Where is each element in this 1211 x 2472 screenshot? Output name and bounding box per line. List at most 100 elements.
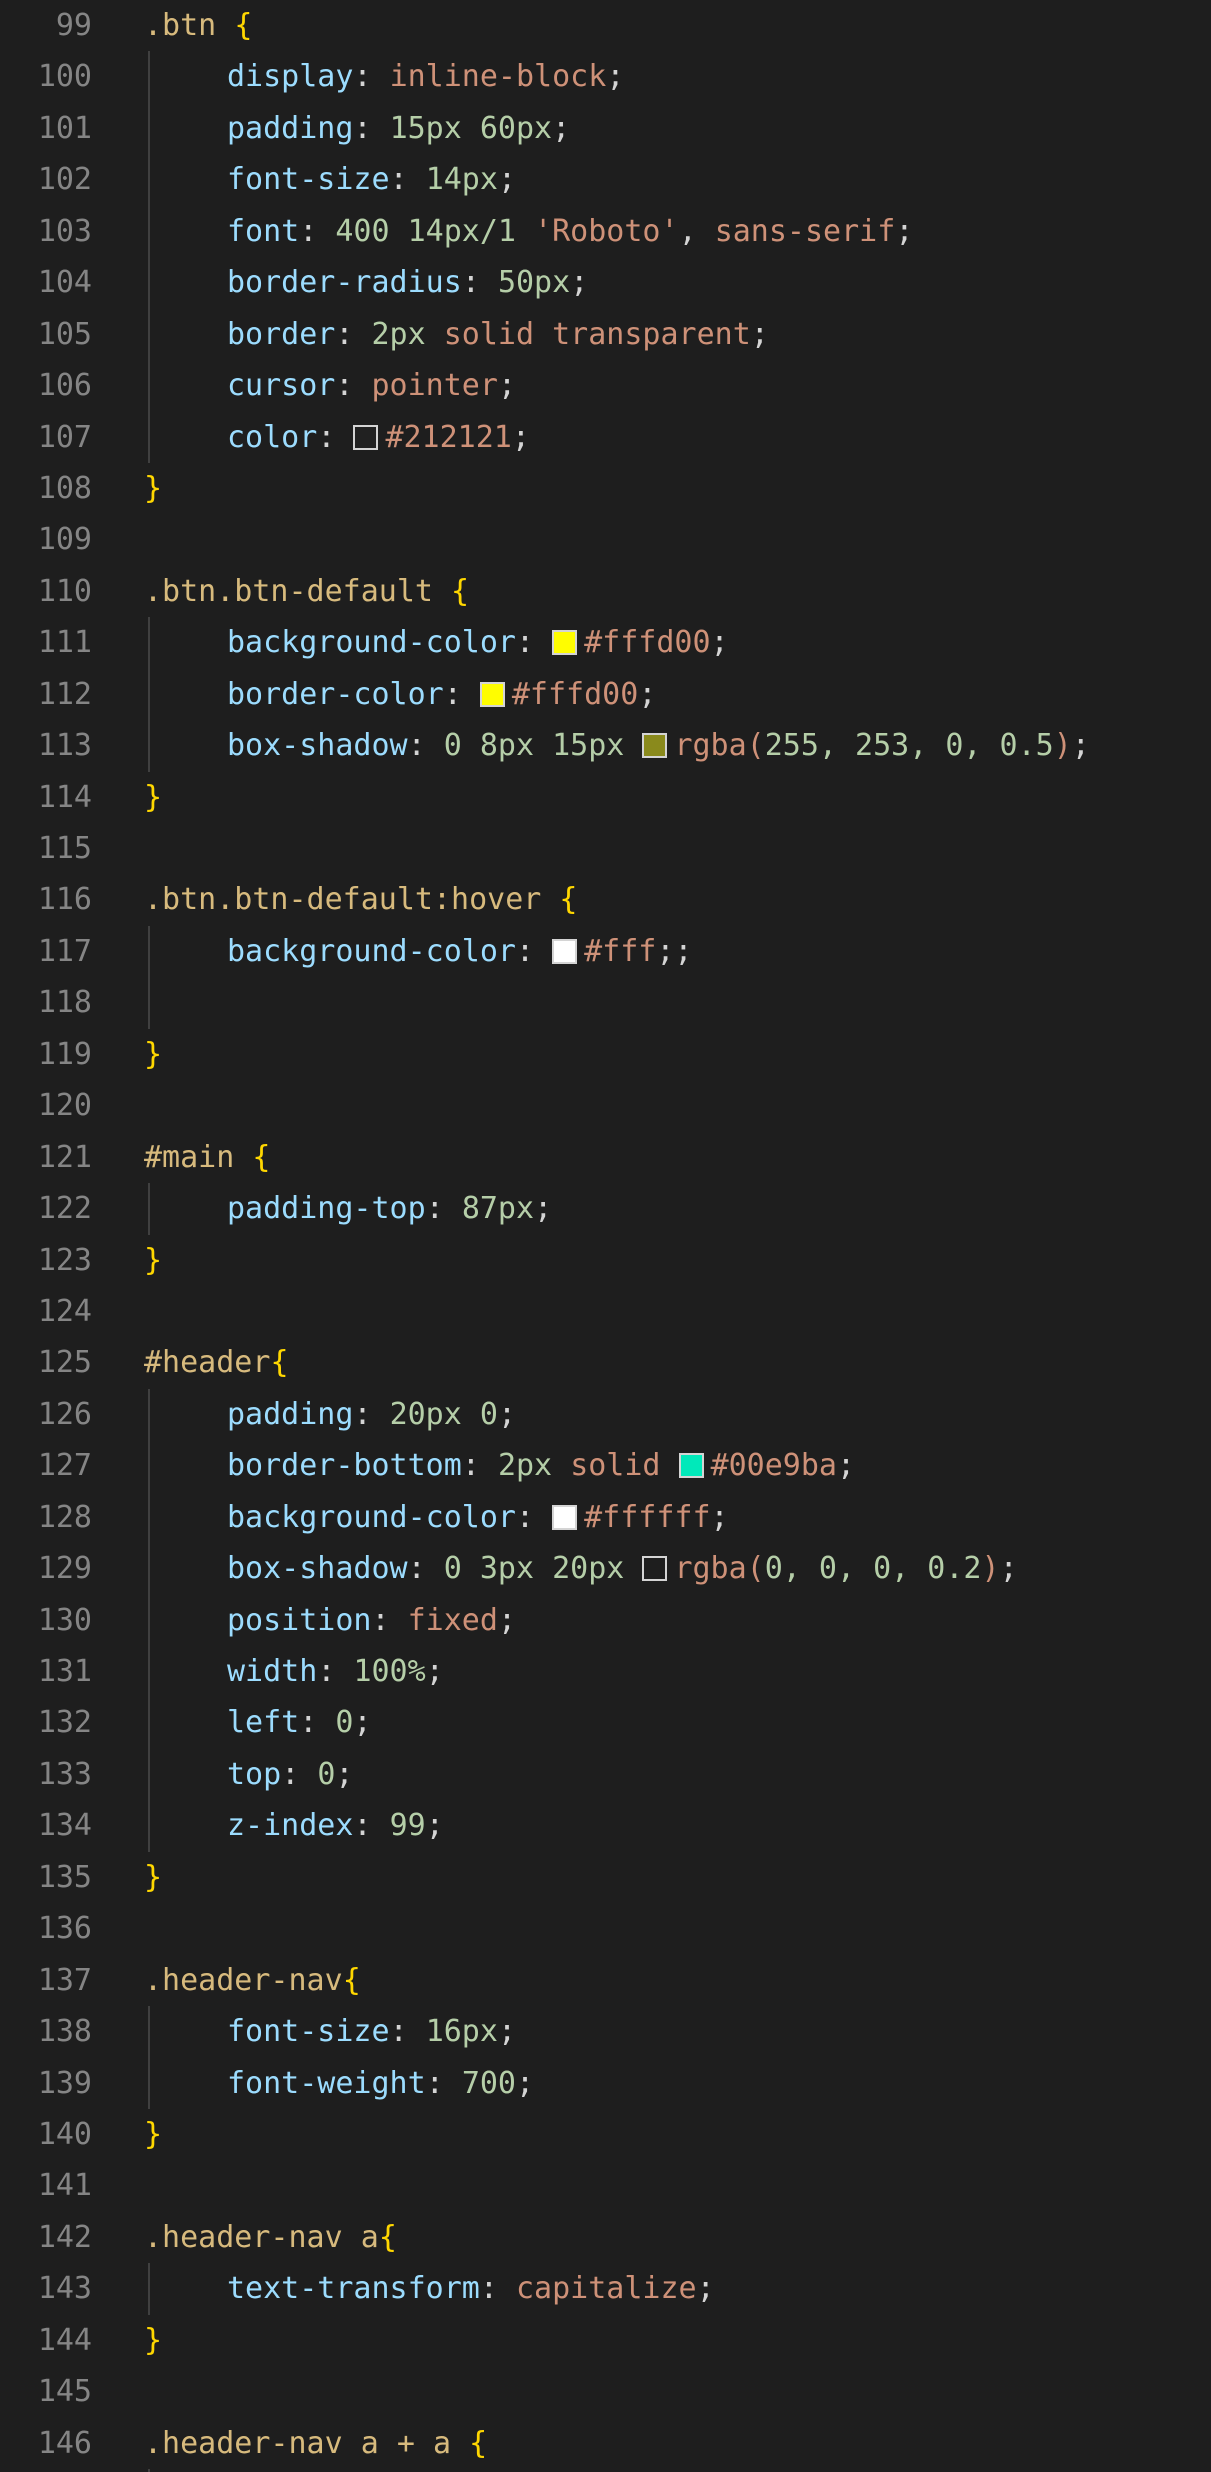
code-line[interactable]: 99 .btn { bbox=[0, 0, 1211, 51]
code-line[interactable]: 130 position: fixed; bbox=[0, 1594, 1211, 1646]
code-token: ; bbox=[497, 162, 516, 198]
code-line[interactable]: 104 border-radius: 50px; bbox=[0, 257, 1211, 309]
code-token: 0 8px 15px bbox=[443, 728, 625, 764]
code-line[interactable]: 121 #main { bbox=[0, 1132, 1211, 1183]
color-swatch-icon[interactable] bbox=[552, 630, 578, 656]
code-token: padding bbox=[227, 1396, 354, 1432]
code-token: #main bbox=[144, 1139, 235, 1175]
line-number: 142 bbox=[37, 2219, 92, 2255]
code-line[interactable]: 139 font-weight: 700; bbox=[0, 2057, 1211, 2109]
code-line[interactable]: 111 background-color: #fffd00; bbox=[0, 617, 1211, 669]
code-line[interactable]: 144} bbox=[0, 2315, 1211, 2366]
code-line[interactable]: 114} bbox=[0, 772, 1211, 823]
code-line[interactable]: 119} bbox=[0, 1029, 1211, 1080]
line-number: 104 bbox=[37, 265, 92, 301]
line-number: 144 bbox=[37, 2322, 92, 2358]
code-line[interactable]: 132 left: 0; bbox=[0, 1697, 1211, 1749]
code-text: .btn { bbox=[144, 0, 252, 51]
color-swatch-icon[interactable] bbox=[353, 424, 379, 450]
code-line[interactable]: 101 padding: 15px 60px; bbox=[0, 102, 1211, 155]
code-token: font-size bbox=[227, 2014, 390, 2050]
line-number: 129 bbox=[37, 1551, 92, 1587]
code-line[interactable]: 136 bbox=[0, 1903, 1211, 1954]
code-token: 'Roboto' bbox=[534, 213, 679, 249]
code-line[interactable]: 117 background-color: #fff;; bbox=[0, 925, 1211, 978]
color-swatch-icon[interactable] bbox=[552, 1504, 578, 1530]
code-line[interactable]: 106 cursor: pointer; bbox=[0, 360, 1211, 412]
code-token: 16px bbox=[425, 2014, 498, 2050]
code-line[interactable]: 128 background-color: #ffffff; bbox=[0, 1491, 1211, 1544]
code-token: 255, 253, 0, 0.5 bbox=[764, 728, 1054, 764]
line-number: 136 bbox=[37, 1911, 92, 1947]
code-token: } bbox=[144, 1859, 163, 1895]
code-line[interactable]: 122 padding-top: 87px; bbox=[0, 1183, 1211, 1235]
code-token: 0 3px 20px bbox=[443, 1551, 625, 1587]
code-editor[interactable]: 99 .btn {100 display: inline-block; 101 padd… bbox=[0, 0, 1211, 2472]
code-token: .btn.btn-default bbox=[144, 573, 433, 609]
code-line[interactable]: 102 font-size: 14px; bbox=[0, 154, 1211, 206]
code-token: #00e9ba bbox=[710, 1448, 837, 1484]
code-line[interactable]: 118 bbox=[0, 977, 1211, 1029]
code-line[interactable]: 142 .header-nav a{ bbox=[0, 2212, 1211, 2263]
code-line[interactable]: 103 font: 400 14px/1 'Roboto', sans-serif… bbox=[0, 205, 1211, 258]
code-line[interactable]: 140} bbox=[0, 2109, 1211, 2160]
code-token: left bbox=[227, 1705, 300, 1741]
code-line[interactable]: 141 bbox=[0, 2160, 1211, 2211]
code-text: } bbox=[144, 463, 162, 514]
code-line[interactable]: 105 border: 2px solid transparent; bbox=[0, 308, 1211, 361]
code-line[interactable]: 108} bbox=[0, 463, 1211, 514]
code-line[interactable]: 112 border-color: #fffd00; bbox=[0, 668, 1211, 721]
code-line[interactable]: 131 width: 100%; bbox=[0, 1646, 1211, 1698]
code-token: ; bbox=[570, 265, 589, 301]
code-line[interactable]: 113 box-shadow: 0 8px 15px rgba(255, 253,… bbox=[0, 720, 1211, 772]
line-number: 106 bbox=[37, 368, 92, 404]
color-swatch-icon[interactable] bbox=[552, 938, 578, 964]
code-token: padding bbox=[227, 110, 354, 146]
code-line[interactable]: 129 box-shadow: 0 3px 20px rgba(0, 0, 0, … bbox=[0, 1543, 1211, 1595]
code-token: : bbox=[479, 2271, 516, 2307]
code-line[interactable]: 134 z-index: 99; bbox=[0, 1800, 1211, 1852]
code-line[interactable]: 143 text-transform: capitalize; bbox=[0, 2263, 1211, 2315]
code-line[interactable]: 137 .header-nav{ bbox=[0, 1955, 1211, 2006]
code-token: : bbox=[299, 1705, 336, 1741]
code-line[interactable]: 116 .btn.btn-default:hover { bbox=[0, 874, 1211, 925]
color-swatch-icon[interactable] bbox=[479, 681, 505, 707]
code-token: ; bbox=[696, 2271, 715, 2307]
code-line[interactable]: 110 .btn.btn-default { bbox=[0, 566, 1211, 617]
line-number: 146 bbox=[37, 2425, 92, 2461]
line-number: 130 bbox=[37, 1602, 92, 1638]
code-line[interactable]: 138 font-size: 16px; bbox=[0, 2006, 1211, 2058]
code-token: inline-block bbox=[389, 59, 607, 95]
code-text: border-bottom: 2px solid #00e9ba; bbox=[144, 1440, 855, 1491]
code-line[interactable]: 124 bbox=[0, 1286, 1211, 1337]
code-line[interactable]: 146 .header-nav a + a { bbox=[0, 2418, 1211, 2469]
code-token: 20px 0 bbox=[389, 1396, 498, 1432]
code-token: : bbox=[353, 1396, 390, 1432]
code-token: .header-nav a bbox=[144, 2219, 379, 2255]
code-token: border bbox=[227, 316, 336, 352]
code-line[interactable]: 145 bbox=[0, 2366, 1211, 2417]
code-line[interactable]: 100 display: inline-block; bbox=[0, 51, 1211, 103]
code-line[interactable]: 127 border-bottom: 2px solid #00e9ba; bbox=[0, 1440, 1211, 1492]
line-number: 127 bbox=[37, 1448, 92, 1484]
code-token: fixed bbox=[407, 1602, 498, 1638]
line-number: 139 bbox=[37, 2065, 92, 2101]
code-token: position bbox=[227, 1602, 372, 1638]
code-line[interactable]: 109 bbox=[0, 514, 1211, 565]
code-token: : bbox=[281, 1756, 318, 1792]
code-line[interactable]: 120 bbox=[0, 1080, 1211, 1131]
code-line[interactable]: 107 color: #212121; bbox=[0, 411, 1211, 463]
code-line[interactable]: 126 padding: 20px 0; bbox=[0, 1388, 1211, 1441]
code-line[interactable]: 125 #header{ bbox=[0, 1337, 1211, 1388]
code-line[interactable]: 133 top: 0; bbox=[0, 1748, 1211, 1801]
color-swatch-icon[interactable] bbox=[642, 733, 668, 759]
color-swatch-icon[interactable] bbox=[642, 1556, 668, 1582]
code-token: #fffd00 bbox=[511, 676, 639, 712]
code-line[interactable]: 123} bbox=[0, 1235, 1211, 1286]
code-line[interactable]: 135} bbox=[0, 1852, 1211, 1903]
code-token: { bbox=[469, 2425, 488, 2461]
code-line[interactable]: 115 bbox=[0, 823, 1211, 874]
color-swatch-icon[interactable] bbox=[678, 1453, 704, 1479]
code-text: #main { bbox=[144, 1132, 270, 1183]
code-text: .btn.btn-default:hover { bbox=[144, 874, 577, 925]
